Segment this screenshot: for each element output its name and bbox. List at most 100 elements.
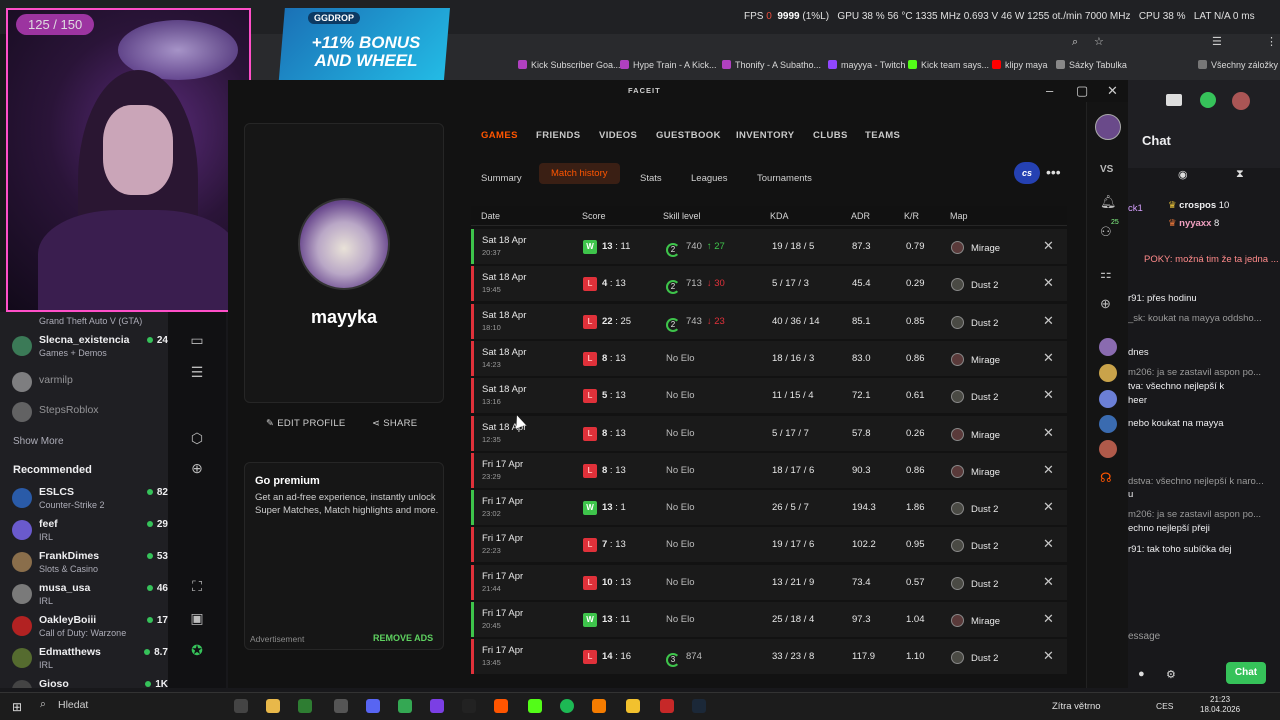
match-row[interactable]: Fri 17 Apr 23:02 W 13 : 1 No Elo 26 / 5 / 7 19… [471,490,1067,526]
remove-ads-button[interactable]: REMOVE ADS [373,633,433,643]
close-icon[interactable]: ✕ [1043,499,1054,515]
spotify-icon[interactable] [560,699,574,713]
close-icon[interactable]: ✕ [1043,275,1054,291]
steam-icon[interactable] [692,699,706,713]
channel-item[interactable]: Gioso 1K [12,676,168,688]
channel-item[interactable]: feef IRL 29 [12,516,168,548]
close-icon[interactable]: ✕ [1043,350,1054,366]
maximize-icon[interactable]: ▢ [1076,83,1088,99]
minimize-icon[interactable]: – [1046,83,1053,98]
kebab-menu-icon[interactable]: ⋮ [1266,35,1277,48]
col-map[interactable]: Map [950,211,968,221]
kick-logo-icon[interactable] [1166,94,1182,106]
match-row[interactable]: Sat 18 Apr 13:16 L 5 : 13 No Elo 11 / 15 / 4 7… [471,378,1067,414]
profile-avatar[interactable] [298,198,390,290]
channel-item-offline[interactable]: StepsRoblox [12,398,168,430]
party-icon[interactable]: ⚏ [1100,266,1112,282]
fullscreen-icon[interactable]: ⛶ [189,578,205,594]
match-row[interactable]: Sat 18 Apr 20:37 W 13 : 11 2 740 ↑ 27 19 / 18 /… [471,229,1067,264]
subtab-leagues[interactable]: Leagues [691,168,727,189]
friend-avatar[interactable] [1099,440,1117,458]
gear-icon[interactable]: ⚙ [1166,668,1176,681]
friend-avatar[interactable] [1099,338,1117,356]
file-explorer-icon[interactable] [266,699,280,713]
bookmark-item[interactable]: Kick team says... [908,60,989,70]
subtab-match-history[interactable]: Match history [539,163,620,184]
channel-item[interactable]: Slecna_existencia Games + Demos 24 [12,332,168,364]
vs-label[interactable]: VS [1100,164,1113,175]
bookmark-item[interactable]: Sázky Tabulka [1056,60,1127,70]
friend-avatar[interactable] [1099,364,1117,382]
headset-icon[interactable]: ☊ [1100,470,1112,486]
star-badge-icon[interactable]: ✪ [189,642,205,658]
col-date[interactable]: Date [481,211,500,221]
show-more-link[interactable]: Show More [13,436,64,447]
col-score[interactable]: Score [582,211,606,221]
app-icon[interactable] [430,699,444,713]
language-indicator[interactable]: CES [1156,701,1173,711]
windows-start-icon[interactable]: ⊞ [12,700,22,714]
faceit-taskbar-icon[interactable] [494,699,508,713]
more-options-icon[interactable]: ••• [1046,164,1061,180]
close-icon[interactable]: ✕ [1043,611,1054,627]
kick-badge-icon[interactable] [1200,92,1216,108]
close-icon[interactable]: ✕ [1043,425,1054,441]
channel-item-offline[interactable]: varmilp [12,368,168,400]
user-avatar[interactable] [1232,92,1250,110]
match-row[interactable]: Fri 17 Apr 21:44 L 10 : 13 No Elo 13 / 21 / 9… [471,564,1067,600]
bookmark-item[interactable]: klipy maya [992,60,1048,70]
app-icon[interactable] [298,699,312,713]
channel-item[interactable]: musa_usa IRL 46 [12,580,168,612]
chat-input[interactable]: essage [1128,627,1268,651]
match-row[interactable]: Fri 17 Apr 22:23 L 7 : 13 No Elo 19 / 17 / 6 1… [471,527,1067,563]
cs2-game-badge[interactable]: cs [1014,162,1040,184]
match-row[interactable]: Sat 18 Apr 18:10 L 22 : 25 2 743 ↓ 23 40 / 36 /… [471,303,1067,339]
subtab-stats[interactable]: Stats [640,168,662,189]
close-icon[interactable]: ✕ [1043,536,1054,552]
bookmark-star-icon[interactable]: ☆ [1094,35,1104,48]
task-view-icon[interactable] [234,699,248,713]
video-icon[interactable]: ▭ [189,332,205,348]
channel-item[interactable]: FrankDimes Slots & Casino 53 [12,548,168,580]
match-row[interactable]: Fri 17 Apr 13:45 L 14 : 16 3 874 33 / 23 / 8 11… [471,639,1067,675]
kick-icon[interactable] [528,699,542,713]
weather-widget[interactable]: Zítra větrno [1052,701,1101,712]
close-icon[interactable]: ✕ [1107,83,1118,99]
tab-games[interactable]: GAMES [481,130,518,141]
match-row[interactable]: Fri 17 Apr 23:29 L 8 : 13 No Elo 18 / 17 / 6 9… [471,452,1067,488]
bookmark-item[interactable]: Kick Subscriber Goa... [518,60,621,70]
close-icon[interactable]: ✕ [1043,387,1054,403]
share-button[interactable]: ⋖ SHARE [372,418,417,429]
add-circle-icon[interactable]: ⊕ [1100,296,1111,312]
tab-teams[interactable]: TEAMS [865,130,900,141]
bookmark-item[interactable]: Hype Train - A Kick... [620,60,717,70]
tab-inventory[interactable]: INVENTORY [736,130,795,141]
chat-send-button[interactable]: Chat [1226,662,1266,684]
close-icon[interactable]: ✕ [1043,313,1054,329]
channel-item[interactable]: OakleyBoiii Call of Duty: Warzone 17 [12,612,168,644]
channel-item[interactable]: ESLCS Counter-Strike 2 82 [12,484,168,516]
col-kr[interactable]: K/R [904,211,919,221]
discord-icon[interactable] [366,699,380,713]
app-icon[interactable] [592,699,606,713]
channel-item[interactable]: Edmatthews IRL 8.7 [12,644,168,676]
tab-guestbook[interactable]: GUESTBOOK [656,130,721,141]
edit-profile-button[interactable]: ✎ EDIT PROFILE [266,418,346,429]
close-icon[interactable]: ✕ [1043,238,1054,254]
tab-videos[interactable]: VIDEOS [599,130,637,141]
list-icon[interactable]: ☰ [189,364,205,380]
profile-avatar-small[interactable] [1095,114,1121,140]
subtab-summary[interactable]: Summary [481,168,522,189]
add-icon[interactable]: ⊕ [189,460,205,476]
match-row[interactable]: Sat 18 Apr 12:35 L 8 : 13 No Elo 5 / 17 / 7 57… [471,415,1067,451]
all-bookmarks[interactable]: Všechny záložky [1198,60,1278,70]
chat-bubble-icon[interactable]: ● [1138,668,1145,680]
app-icon[interactable] [334,699,348,713]
col-kda[interactable]: KDA [770,211,789,221]
tab-friends[interactable]: FRIENDS [536,130,581,141]
hexagon-icon[interactable]: ⬡ [189,430,205,446]
app-icon[interactable] [626,699,640,713]
timer-icon[interactable]: ⧗ [1236,168,1244,181]
subtab-tournaments[interactable]: Tournaments [757,168,812,189]
match-row[interactable]: Sat 18 Apr 19:45 L 4 : 13 2 713 ↓ 30 5 / 17 / 3… [471,266,1067,302]
